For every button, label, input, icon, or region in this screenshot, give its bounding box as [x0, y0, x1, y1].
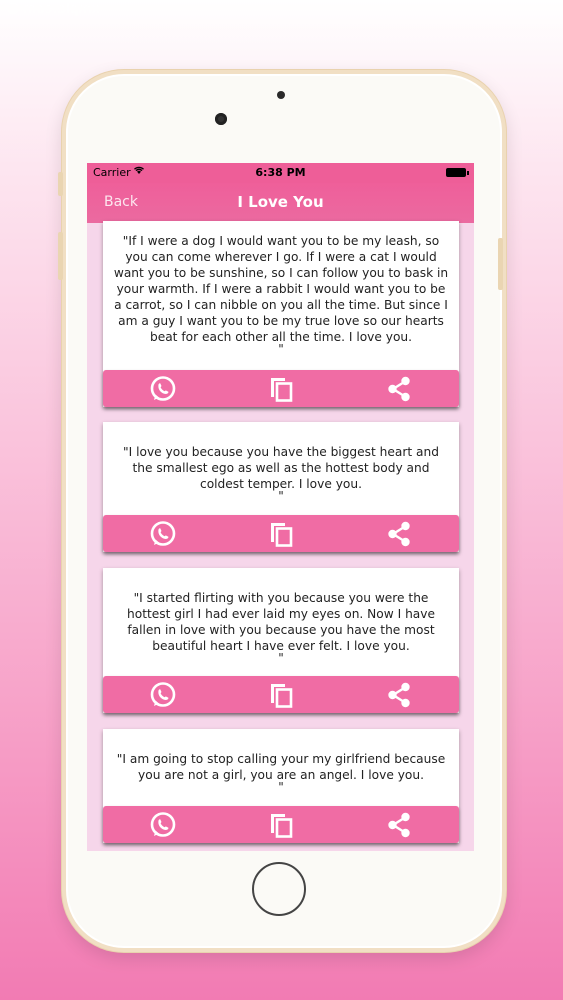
whatsapp-icon: [148, 682, 178, 713]
copy-button[interactable]: [266, 375, 296, 403]
whatsapp-icon: [148, 521, 178, 552]
quote-text: "If I were a dog I would want you to be …: [113, 234, 449, 344]
whatsapp-share-button[interactable]: [148, 520, 178, 548]
phone-side-button: [498, 238, 503, 290]
app-screen: Carrier 6:38 PM Back I Love You "If I we…: [87, 163, 474, 851]
phone-side-button: [58, 232, 63, 280]
quote-close-mark: ": [278, 342, 284, 356]
quote-action-bar: [103, 515, 459, 552]
copy-icon: [266, 814, 296, 843]
whatsapp-share-button[interactable]: [148, 681, 178, 709]
share-button[interactable]: [384, 375, 414, 403]
share-icon: [384, 376, 414, 407]
share-icon: [384, 682, 414, 713]
whatsapp-icon: [148, 376, 178, 407]
status-time: 6:38 PM: [255, 166, 306, 179]
quote-text: "I started flirting with you because you…: [127, 591, 435, 653]
copy-button[interactable]: [266, 681, 296, 709]
phone-side-button: [58, 172, 63, 196]
quote-close-mark: ": [278, 489, 284, 503]
share-button[interactable]: [384, 520, 414, 548]
copy-button[interactable]: [266, 811, 296, 839]
share-button[interactable]: [384, 811, 414, 839]
navigation-bar: Back I Love You: [87, 183, 474, 223]
quote-close-mark: ": [278, 780, 284, 794]
quote-text: "I love you because you have the biggest…: [123, 445, 439, 491]
copy-icon: [266, 684, 296, 713]
watermark: xmple.com: [8, 2, 100, 17]
quote-card: "I love you because you have the biggest…: [103, 422, 459, 552]
quote-card: "I started flirting with you because you…: [103, 568, 459, 713]
battery-icon: [446, 168, 469, 177]
share-icon: [384, 812, 414, 843]
whatsapp-share-button[interactable]: [148, 375, 178, 403]
phone-camera: [215, 113, 227, 125]
copy-button[interactable]: [266, 520, 296, 548]
quote-card: "I am going to stop calling your my girl…: [103, 729, 459, 843]
quote-action-bar: [103, 806, 459, 843]
copy-icon: [266, 523, 296, 552]
whatsapp-share-button[interactable]: [148, 811, 178, 839]
share-button[interactable]: [384, 681, 414, 709]
quote-card: "If I were a dog I would want you to be …: [103, 221, 459, 407]
whatsapp-icon: [148, 812, 178, 843]
phone-sensor: [277, 91, 285, 99]
quote-close-mark: ": [278, 651, 284, 665]
quote-action-bar: [103, 676, 459, 713]
quote-action-bar: [103, 370, 459, 407]
home-button[interactable]: [252, 862, 306, 916]
status-bar: Carrier 6:38 PM: [87, 163, 474, 183]
quote-text: "I am going to stop calling your my girl…: [116, 752, 446, 782]
page-title: I Love You: [237, 193, 324, 211]
copy-icon: [266, 378, 296, 407]
share-icon: [384, 521, 414, 552]
